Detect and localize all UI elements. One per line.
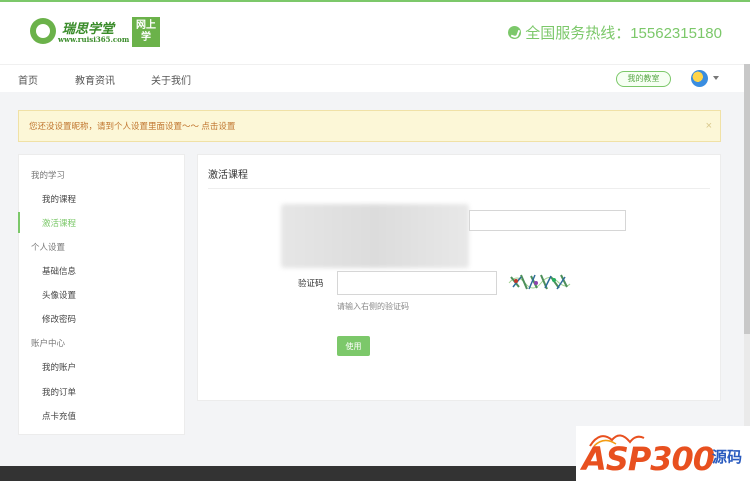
nav-about-us[interactable]: 关于我们 xyxy=(151,72,191,87)
activation-code-input[interactable] xyxy=(469,210,626,231)
captcha-label: 验证码 xyxy=(298,278,324,288)
sidebar-item-avatar-settings[interactable]: 头像设置 xyxy=(42,289,76,301)
sidebar-item-my-account[interactable]: 我的账户 xyxy=(42,361,76,373)
title-divider xyxy=(208,188,710,189)
logo-url: www.ruisi365.com xyxy=(58,35,130,44)
sidebar-active-indicator xyxy=(18,212,20,233)
site-logo[interactable]: 瑞思学堂 www.ruisi365.com 网上学 xyxy=(30,16,162,48)
nav-home[interactable]: 首页 xyxy=(18,72,38,87)
header: 瑞思学堂 www.ruisi365.com 网上学 全国服务热线：1556231… xyxy=(0,2,750,64)
logo-badge: 网上学 xyxy=(132,17,160,47)
watermark-brand: ASP300 xyxy=(582,440,715,478)
blurred-region xyxy=(281,204,469,268)
sidebar-group-my-learning: 我的学习 xyxy=(31,170,66,180)
nickname-notice: 您还没设置昵称，请到个人设置里面设置～～ 点击设置 × xyxy=(18,110,721,142)
close-icon[interactable]: × xyxy=(706,111,712,141)
sidebar-item-my-orders[interactable]: 我的订单 xyxy=(42,386,76,398)
sidebar-group-personal-settings: 个人设置 xyxy=(31,242,66,252)
activate-course-panel: 激活课程 验证码 请输入右侧的验证码 使用 xyxy=(197,154,721,401)
main-nav: 首页 教育资讯 关于我们 我的教室 xyxy=(0,64,750,92)
page-title: 激活课程 xyxy=(208,170,248,181)
scrollbar-thumb[interactable] xyxy=(744,64,750,334)
notice-text[interactable]: 您还没设置昵称，请到个人设置里面设置～～ 点击设置 xyxy=(29,121,235,131)
sidebar: 我的学习 我的课程 激活课程 个人设置 基础信息 头像设置 修改密码 账户中心 … xyxy=(18,154,185,435)
chevron-down-icon[interactable] xyxy=(713,76,719,80)
watermark: ASP300 源码 xyxy=(576,426,750,481)
user-avatar[interactable] xyxy=(691,70,708,87)
captcha-image[interactable] xyxy=(507,269,571,295)
sidebar-group-account-center: 账户中心 xyxy=(31,338,66,348)
sidebar-item-my-courses[interactable]: 我的课程 xyxy=(42,193,76,205)
use-button[interactable]: 使用 xyxy=(337,336,370,356)
phone-icon xyxy=(508,26,522,39)
sidebar-item-basic-info[interactable]: 基础信息 xyxy=(42,265,76,277)
nav-education-news[interactable]: 教育资讯 xyxy=(75,72,115,87)
watermark-cn: 源码 xyxy=(712,449,743,466)
sidebar-item-card-recharge[interactable]: 点卡充值 xyxy=(42,410,76,422)
sidebar-item-activate-course[interactable]: 激活课程 xyxy=(42,217,76,229)
my-classroom-button[interactable]: 我的教室 xyxy=(616,71,671,87)
service-hotline: 全国服务热线：15562315180 xyxy=(508,22,722,43)
logo-emblem-icon xyxy=(30,18,56,44)
captcha-hint: 请输入右侧的验证码 xyxy=(337,302,409,311)
captcha-input[interactable] xyxy=(337,271,497,295)
hotline-text: 全国服务热线：15562315180 xyxy=(525,25,722,42)
sidebar-item-change-password[interactable]: 修改密码 xyxy=(42,313,76,325)
